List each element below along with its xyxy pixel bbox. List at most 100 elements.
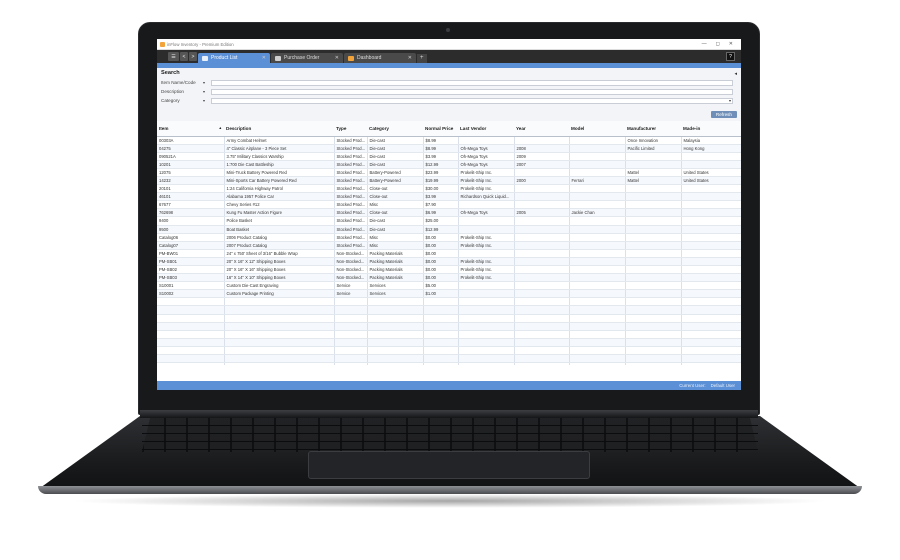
table-cell[interactable] [458, 281, 515, 291]
table-cell[interactable] [569, 233, 626, 242]
table-cell[interactable]: Die-cast [367, 144, 424, 153]
table-cell[interactable] [569, 168, 626, 177]
back-button[interactable]: < [180, 52, 188, 61]
table-cell[interactable] [514, 257, 570, 267]
table-cell[interactable]: Mattel [625, 176, 682, 186]
table-cell[interactable]: 16" X 14" X 10" Shipping Boxes [224, 273, 335, 283]
table-cell[interactable]: $7.90 [423, 200, 459, 210]
table-cell[interactable]: Mattel [625, 168, 682, 177]
table-cell[interactable] [625, 273, 682, 283]
table-cell[interactable] [625, 225, 682, 234]
table-cell[interactable]: Stocked Prod... [334, 160, 368, 169]
table-cell[interactable] [625, 233, 682, 242]
table-cell[interactable]: Packing Materials [367, 249, 424, 258]
table-cell[interactable]: Battery-Powered [367, 176, 424, 186]
column-header-last-vendor[interactable]: Last Vendor [458, 121, 514, 137]
table-cell[interactable]: Pacific Limited [625, 144, 682, 153]
collapse-panel-icon[interactable]: ◂ [734, 71, 737, 77]
table-cell[interactable]: Catalog07 [157, 241, 225, 250]
category-select[interactable]: ▾ [211, 97, 733, 104]
table-cell[interactable] [681, 257, 741, 267]
table-cell[interactable] [569, 152, 626, 161]
table-cell[interactable]: 2000 [514, 176, 570, 186]
table-cell[interactable] [569, 257, 626, 267]
table-cell[interactable]: Close-out [367, 208, 424, 218]
table-cell[interactable]: Stocked Prod... [334, 184, 368, 194]
table-cell[interactable]: Stocked Prod... [334, 144, 368, 153]
table-cell[interactable] [681, 200, 741, 210]
table-cell[interactable] [681, 241, 741, 250]
table-cell[interactable] [569, 225, 626, 234]
table-cell[interactable]: $0.00 [423, 249, 459, 258]
table-cell[interactable]: 2007 [514, 160, 570, 169]
table-cell[interactable]: 00303A [157, 136, 225, 145]
table-row[interactable]: 00303A Army Combat Helmet Stocked Prod... D… [157, 136, 741, 145]
column-header-year[interactable]: Year [514, 121, 569, 137]
table-cell[interactable]: S10002 [157, 289, 225, 299]
table-cell[interactable]: 24" x 750' Sheet of 3/16" Bubble Wrap [224, 249, 335, 258]
column-header-made-in[interactable]: Made-in [681, 121, 741, 137]
tab-product-list[interactable]: Product List ✕ [198, 53, 270, 63]
table-cell[interactable]: $12.99 [423, 160, 459, 169]
table-cell[interactable]: 10201 [157, 160, 225, 169]
table-cell[interactable] [625, 265, 682, 275]
table-cell[interactable] [681, 192, 741, 202]
table-cell[interactable]: PM-SB03 [157, 273, 225, 283]
table-cell[interactable] [681, 233, 741, 242]
table-cell[interactable]: Once Innovation [625, 136, 682, 145]
table-cell[interactable]: Army Combat Helmet [224, 136, 335, 145]
table-cell[interactable] [625, 184, 682, 194]
table-cell[interactable] [681, 216, 741, 226]
table-cell[interactable]: $25.00 [423, 216, 459, 226]
table-row[interactable]: 762698 Kung Fu Master Action Figure Stocke… [157, 208, 741, 218]
table-row[interactable]: 04275 4" Classic Airplane - 3 Piece Set St… [157, 144, 741, 153]
table-cell[interactable] [625, 216, 682, 226]
table-row[interactable]: PM-SB01 20" X 16" X 12" Shipping Boxes Non… [157, 257, 741, 267]
tab-dashboard[interactable]: Dashboard ✕ [344, 53, 416, 63]
column-header-description[interactable]: Description [224, 121, 334, 137]
table-cell[interactable]: Misc [367, 200, 424, 210]
table-cell[interactable]: Stocked Prod... [334, 136, 368, 145]
table-cell[interactable]: Stocked Prod... [334, 225, 368, 234]
filter-caret-icon[interactable]: ▾ [203, 89, 211, 94]
table-cell[interactable] [514, 225, 570, 234]
close-window-button[interactable]: ✕ [729, 41, 733, 47]
table-cell[interactable] [681, 208, 741, 218]
table-cell[interactable] [569, 200, 626, 210]
table-cell[interactable]: Die-cast [367, 160, 424, 169]
table-cell[interactable]: $1.00 [423, 289, 459, 299]
table-row[interactable]: Catalog07 2007 Product Catalog Stocked Pro… [157, 241, 741, 250]
table-cell[interactable]: Jackie Chan [569, 208, 626, 218]
table-cell[interactable] [625, 249, 682, 258]
table-cell[interactable]: Richardson Quick Liquid... [458, 192, 515, 202]
table-cell[interactable] [569, 144, 626, 153]
table-cell[interactable]: Stocked Prod... [334, 216, 368, 226]
table-row[interactable]: 20101 1:24 California Highway Patrol Stock… [157, 184, 741, 194]
table-cell[interactable] [458, 249, 515, 258]
table-cell[interactable] [625, 281, 682, 291]
table-cell[interactable] [514, 265, 570, 275]
table-cell[interactable] [514, 233, 570, 242]
table-cell[interactable]: Prokelit-Ship Inc. [458, 257, 515, 267]
table-cell[interactable]: $3.99 [423, 192, 459, 202]
table-cell[interactable]: 2005 [514, 208, 570, 218]
table-cell[interactable]: 20101 [157, 184, 225, 194]
table-cell[interactable]: Catalog06 [157, 233, 225, 242]
item-name-input[interactable] [211, 79, 733, 86]
table-cell[interactable]: Stocked Prod... [334, 176, 368, 186]
table-cell[interactable]: Stocked Prod... [334, 233, 368, 242]
table-row[interactable]: Catalog06 2006 Product Catalog Stocked Pro… [157, 233, 741, 242]
table-cell[interactable]: 762698 [157, 208, 225, 218]
table-cell[interactable]: Stocked Prod... [334, 152, 368, 161]
table-cell[interactable]: United States [681, 168, 741, 177]
table-cell[interactable]: $12.99 [423, 225, 459, 234]
table-cell[interactable] [514, 136, 570, 145]
table-cell[interactable]: 12075 [157, 168, 225, 177]
table-cell[interactable] [681, 225, 741, 234]
minimize-button[interactable]: — [702, 41, 707, 47]
table-cell[interactable]: PM-BW01 [157, 249, 225, 258]
table-row[interactable]: 14232 Mini-Sports Car Battery Powered Red… [157, 176, 741, 186]
table-row[interactable]: S10002 Custom Package Printing Service Serv… [157, 289, 741, 299]
table-cell[interactable]: Oh-Mega Toys [458, 152, 515, 161]
table-cell[interactable]: Non-Stocked... [334, 273, 368, 283]
